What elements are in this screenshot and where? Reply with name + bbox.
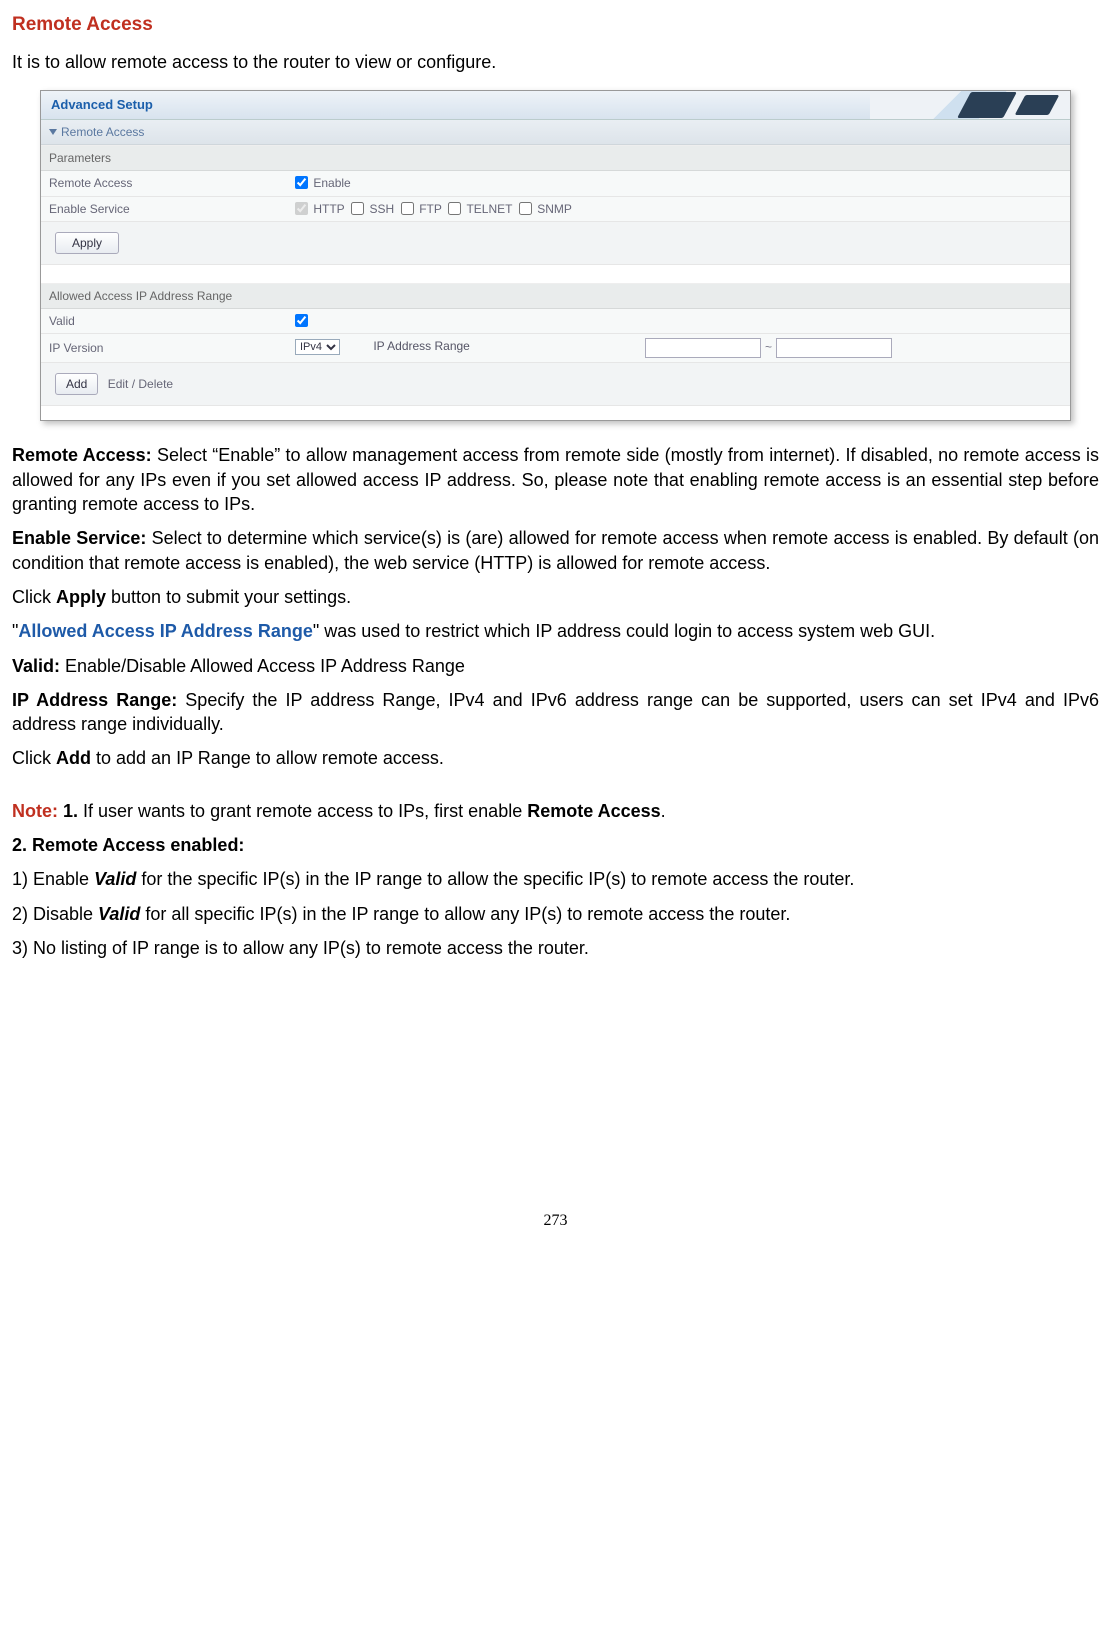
table-row: IP Version IPv4 IP Address Range ~ (41, 334, 1070, 363)
table-row: Add Edit / Delete (41, 363, 1070, 406)
remote-access-section-header[interactable]: Remote Access (41, 120, 1070, 145)
apply-button[interactable]: Apply (55, 232, 119, 254)
valid-row-label: Valid (41, 309, 287, 334)
valid-paragraph: Valid: Enable/Disable Allowed Access IP … (12, 654, 1099, 678)
allowed-range-table: Valid IP Version IPv4 IP Address Range ~… (41, 309, 1070, 406)
table-row: Apply (41, 221, 1070, 264)
enable-service-row-label: Enable Service (41, 196, 287, 221)
ftp-label: FTP (419, 202, 441, 216)
tilde-separator: ~ (761, 340, 776, 354)
note-2-item-2: 2) Disable Valid for all specific IP(s) … (12, 902, 1099, 926)
ip-range-end-input[interactable] (776, 338, 892, 358)
parameters-header: Parameters (41, 145, 1070, 171)
edit-delete-link[interactable]: Edit / Delete (108, 377, 173, 391)
snmp-checkbox[interactable] (519, 202, 532, 215)
ip-version-select[interactable]: IPv4 (295, 339, 340, 355)
chevron-down-icon (49, 129, 57, 135)
ip-version-row-label: IP Version (41, 334, 287, 363)
intro-text: It is to allow remote access to the rout… (12, 50, 1099, 74)
valid-checkbox[interactable] (295, 314, 308, 327)
allowed-range-header: Allowed Access IP Address Range (41, 283, 1070, 309)
note-2-header: 2. Remote Access enabled: (12, 833, 1099, 857)
remote-access-header-text: Remote Access (61, 125, 144, 139)
apply-paragraph: Click Apply button to submit your settin… (12, 585, 1099, 609)
allowed-range-paragraph: "Allowed Access IP Address Range" was us… (12, 619, 1099, 643)
add-paragraph: Click Add to add an IP Range to allow re… (12, 746, 1099, 770)
advanced-setup-label: Advanced Setup (51, 96, 153, 114)
parameters-table: Remote Access Enable Enable Service HTTP… (41, 171, 1070, 283)
remote-access-enable-checkbox[interactable] (295, 176, 308, 189)
enable-service-options: HTTP SSH FTP TELNET SNMP (287, 196, 1070, 221)
telnet-label: TELNET (466, 202, 512, 216)
table-row: Enable Service HTTP SSH FTP TELNET SNMP (41, 196, 1070, 221)
header-decoration (870, 91, 1070, 119)
note-2-item-1: 1) Enable Valid for the specific IP(s) i… (12, 867, 1099, 891)
section-title: Remote Access (12, 12, 1099, 38)
http-label: HTTP (313, 202, 344, 216)
note-1: Note: 1. If user wants to grant remote a… (12, 799, 1099, 823)
enable-label: Enable (313, 176, 350, 190)
enable-service-paragraph: Enable Service: Select to determine whic… (12, 526, 1099, 575)
remote-access-paragraph: Remote Access: Select “Enable” to allow … (12, 443, 1099, 516)
ip-range-start-input[interactable] (645, 338, 761, 358)
remote-access-row-label: Remote Access (41, 171, 287, 196)
add-button[interactable]: Add (55, 373, 98, 395)
router-screenshot: Advanced Setup Remote Access Parameters … (40, 90, 1071, 422)
telnet-checkbox[interactable] (448, 202, 461, 215)
table-row: Valid (41, 309, 1070, 334)
ip-range-label: IP Address Range (343, 339, 470, 353)
advanced-setup-bar: Advanced Setup (41, 91, 1070, 120)
snmp-label: SNMP (537, 202, 572, 216)
note-2-item-3: 3) No listing of IP range is to allow an… (12, 936, 1099, 960)
ip-range-paragraph: IP Address Range: Specify the IP address… (12, 688, 1099, 737)
ssh-label: SSH (369, 202, 394, 216)
ssh-checkbox[interactable] (351, 202, 364, 215)
http-checkbox[interactable] (295, 202, 308, 215)
table-row: Remote Access Enable (41, 171, 1070, 196)
page-number: 273 (12, 1210, 1099, 1232)
ftp-checkbox[interactable] (401, 202, 414, 215)
